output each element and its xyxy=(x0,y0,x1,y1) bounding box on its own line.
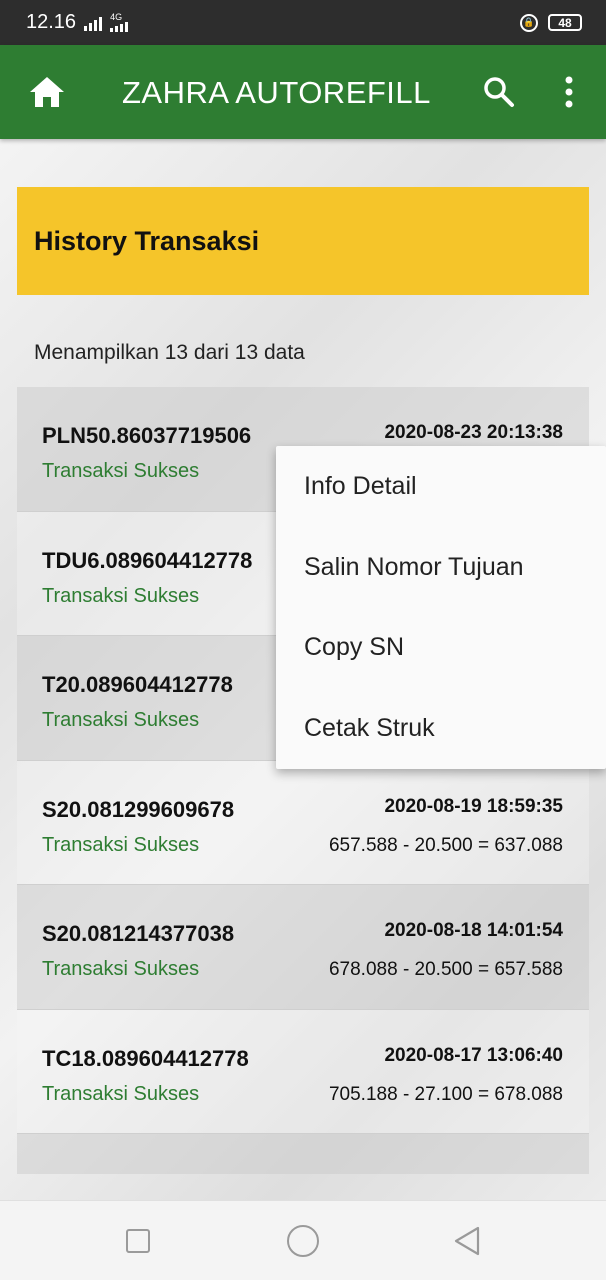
menu-item-info-detail[interactable]: Info Detail xyxy=(276,446,606,527)
home-circle-icon[interactable] xyxy=(287,1225,319,1257)
transaction-row-partial[interactable] xyxy=(17,1134,589,1174)
menu-item-copy-number[interactable]: Salin Nomor Tujuan xyxy=(276,527,606,608)
status-time: 12.16 xyxy=(26,11,77,33)
transaction-status: Transaksi Sukses xyxy=(42,1082,200,1105)
transaction-product: S20.081299609678 xyxy=(42,796,235,822)
back-icon[interactable] xyxy=(452,1225,482,1257)
home-icon[interactable] xyxy=(28,75,66,109)
status-left: 12.16 4G xyxy=(26,11,129,34)
signal-icon xyxy=(84,15,103,31)
transaction-product: TC18.089604412778 xyxy=(42,1045,249,1071)
transaction-product: T20.089604412778 xyxy=(42,672,233,697)
more-vert-icon[interactable] xyxy=(556,75,582,109)
system-nav-bar xyxy=(0,1200,606,1280)
transaction-status: Transaksi Sukses xyxy=(42,958,200,980)
context-menu: Info Detail Salin Nomor Tujuan Copy SN C… xyxy=(276,446,606,769)
search-icon[interactable] xyxy=(482,75,516,109)
battery-level: 48 xyxy=(558,15,572,30)
rotation-lock-icon: 🔒 xyxy=(520,13,538,32)
transaction-product: S20.081214377038 xyxy=(42,921,235,946)
app-title: ZAHRA AUTOREFILL xyxy=(122,75,431,110)
transaction-product: TDU6.089604412778 xyxy=(42,547,253,573)
transaction-saldo: 678.088 - 20.500 = 657.588 xyxy=(328,959,563,980)
transaction-status: Transaksi Sukses xyxy=(42,460,200,482)
network-label: 4G xyxy=(110,12,123,22)
status-bar: 12.16 4G 🔒 48 xyxy=(0,0,606,45)
transaction-status: Transaksi Sukses xyxy=(42,709,200,731)
menu-item-copy-sn[interactable]: Copy SN xyxy=(276,608,606,689)
transaction-product: PLN50.86037719506 xyxy=(42,423,252,448)
recent-apps-icon[interactable] xyxy=(126,1229,150,1253)
status-right: 🔒 48 xyxy=(520,13,582,32)
transaction-row[interactable]: S20.081214377038 Transaksi Sukses 2020-0… xyxy=(17,885,589,1010)
record-count-text: Menampilkan 13 dari 13 data xyxy=(34,341,305,364)
transaction-date: 2020-08-23 20:13:38 xyxy=(384,422,563,443)
battery-icon: 48 xyxy=(548,14,582,31)
history-header-card: History Transaksi xyxy=(17,187,589,295)
transaction-date: 2020-08-18 14:01:54 xyxy=(384,920,563,941)
transaction-status: Transaksi Sukses xyxy=(42,833,200,856)
app-bar: ZAHRA AUTOREFILL xyxy=(0,45,606,139)
transaction-saldo: 705.188 - 27.100 = 678.088 xyxy=(328,1083,563,1105)
transaction-date: 2020-08-19 18:59:35 xyxy=(384,795,563,817)
transaction-saldo: 657.588 - 20.500 = 637.088 xyxy=(328,834,563,856)
transaction-date: 2020-08-17 13:06:40 xyxy=(384,1044,563,1066)
transaction-row[interactable]: S20.081299609678 Transaksi Sukses 2020-0… xyxy=(17,760,589,885)
network-indicator: 4G xyxy=(110,12,129,32)
transaction-row[interactable]: TC18.089604412778 Transaksi Sukses 2020-… xyxy=(17,1009,589,1134)
page-title: History Transaksi xyxy=(34,225,260,256)
signal-icon-secondary xyxy=(110,22,129,32)
transaction-status: Transaksi Sukses xyxy=(42,584,200,607)
menu-item-print-receipt[interactable]: Cetak Struk xyxy=(276,688,606,769)
